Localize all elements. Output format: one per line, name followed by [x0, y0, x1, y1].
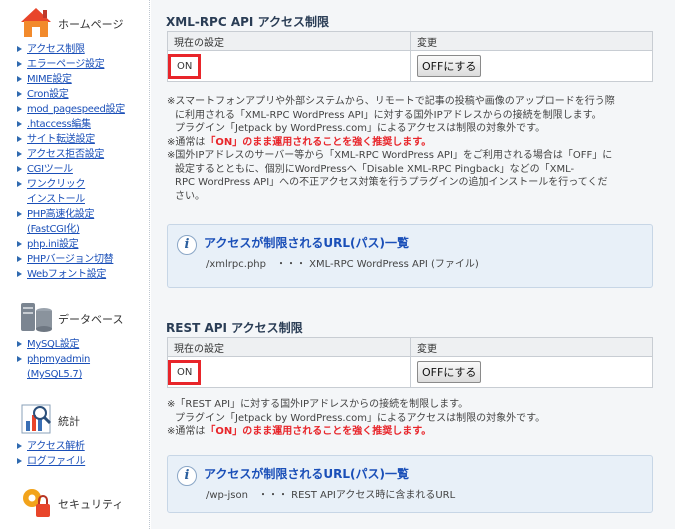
sidebar-link[interactable]: CGIツール — [27, 164, 73, 175]
note-line: プラグイン「Jetpack by WordPress.com」によるアクセスは制… — [175, 123, 546, 134]
sidebar-link[interactable]: .htaccess編集 — [27, 119, 91, 130]
sidebar-section-stats: 統計 アクセス解析 ログファイル — [14, 401, 148, 469]
current-setting-cell: ON — [167, 356, 411, 388]
note-prefix: ※通常は — [167, 426, 206, 437]
change-cell: OFFにする — [410, 50, 653, 82]
sidebar-link[interactable]: PHPバージョン切替 — [27, 254, 114, 265]
rest-restricted-urls-box: i アクセスが制限されるURL(パス)一覧 /wp-json ・・・ REST … — [167, 455, 653, 513]
rest-section-title: REST API アクセス制限 — [166, 321, 303, 335]
sidebar-link[interactable]: Cron設定 — [27, 89, 69, 100]
sidebar-item-access-analysis[interactable]: アクセス解析 — [14, 439, 148, 454]
sidebar-link[interactable]: ワンクリック — [27, 179, 86, 190]
sidebar-link[interactable]: アクセス拒否設定 — [27, 149, 104, 160]
sidebar-link[interactable]: Webフォント設定 — [27, 269, 106, 280]
sidebar-link[interactable]: phpmyadmin — [27, 354, 90, 365]
sidebar-section-title: 統計 — [58, 415, 80, 428]
note-line: プラグイン「Jetpack by WordPress.com」によるアクセスは制… — [175, 412, 546, 424]
turn-off-button[interactable]: OFFにする — [417, 361, 482, 383]
xmlrpc-section-title: XML-RPC API アクセス制限 — [166, 15, 329, 29]
current-setting-value: ON — [168, 359, 202, 385]
sidebar-item-php-fastcgi[interactable]: PHP高速化設定 (FastCGI化) — [14, 207, 148, 237]
sidebar-item-web-fonts[interactable]: Webフォント設定 — [14, 267, 148, 282]
sidebar-item-error-page[interactable]: エラーページ設定 — [14, 57, 148, 72]
note-line: に利用される「XML-RPC WordPress API」に対する国外IPアドレ… — [175, 109, 602, 121]
column-header-change: 変更 — [410, 337, 653, 357]
sidebar-link[interactable]: エラーページ設定 — [27, 59, 105, 70]
sidebar-section-homepage: ホームページ アクセス制限 エラーページ設定 MIME設定 Cron設定 mod… — [14, 4, 148, 282]
sidebar-item-access-restriction[interactable]: アクセス制限 — [14, 42, 148, 57]
sidebar-link[interactable]: mod_pagespeed設定 — [27, 104, 125, 115]
current-setting-value: ON — [168, 53, 202, 79]
main-content: XML-RPC API アクセス制限 現在の設定 変更 ON OFFにする ※ス… — [151, 0, 675, 529]
lock-key-icon — [23, 489, 50, 517]
info-icon: i — [177, 235, 197, 255]
xmlrpc-notes: ※スマートフォンアプリや外部システムから、リモートで記事の投稿や画像のアップロー… — [167, 95, 657, 203]
note-line: 設定するとともに、個別にWordPressへ「Disable XML-RPC P… — [175, 163, 575, 175]
sidebar-section-title: データベース — [58, 313, 124, 326]
sidebar-section-header: ホームページ — [14, 4, 148, 44]
note-line: ※国外IPアドレスのサーバー等から「XML-RPC WordPress API」… — [167, 150, 613, 161]
database-icon — [21, 303, 52, 332]
sidebar-link[interactable]: ログファイル — [27, 456, 86, 467]
info-box-title: アクセスが制限されるURL(パス)一覧 — [204, 236, 410, 250]
note-recommendation: ※通常は「ON」のまま運用されることを強く推奨します。 — [167, 136, 657, 150]
note-recommendation: ※通常は「ON」のまま運用されることを強く推奨します。 — [167, 425, 657, 439]
sidebar-item-one-click-install[interactable]: ワンクリック インストール — [14, 177, 148, 207]
sidebar-link-line2[interactable]: インストール — [27, 194, 85, 205]
sidebar-item-site-redirect[interactable]: サイト転送設定 — [14, 132, 148, 147]
info-box-text: /wp-json ・・・ REST APIアクセス時に含まれるURL — [206, 490, 456, 501]
column-header-current: 現在の設定 — [167, 31, 411, 51]
xmlrpc-settings-table: 現在の設定 変更 ON OFFにする — [167, 31, 653, 82]
info-box-text: /xmlrpc.php ・・・ XML-RPC WordPress API (フ… — [206, 259, 479, 270]
sidebar-link[interactable]: アクセス制限 — [27, 44, 85, 55]
sidebar-section-title: セキュリティ — [58, 498, 124, 511]
home-icon — [21, 8, 51, 37]
sidebar-item-mime[interactable]: MIME設定 — [14, 72, 148, 87]
sidebar-link[interactable]: サイト転送設定 — [27, 134, 95, 145]
sidebar-section-header: 統計 — [14, 401, 148, 441]
info-icon: i — [177, 466, 197, 486]
sidebar-item-mod-pagespeed[interactable]: mod_pagespeed設定 — [14, 102, 148, 117]
note-line: ※「REST API」に対する国外IPアドレスからの接続を制限します。 — [167, 399, 469, 410]
sidebar-item-htaccess[interactable]: .htaccess編集 — [14, 117, 148, 132]
sidebar-section-header: セキュリティ — [14, 484, 148, 524]
info-box-title: アクセスが制限されるURL(パス)一覧 — [204, 467, 410, 481]
sidebar-link[interactable]: PHP高速化設定 — [27, 209, 94, 220]
xmlrpc-restricted-urls-box: i アクセスが制限されるURL(パス)一覧 /xmlrpc.php ・・・ XM… — [167, 224, 653, 288]
turn-off-button[interactable]: OFFにする — [417, 55, 482, 77]
change-cell: OFFにする — [410, 356, 653, 388]
column-header-current: 現在の設定 — [167, 337, 411, 357]
sidebar-link-line2[interactable]: (FastCGI化) — [27, 224, 80, 235]
sidebar-section-database: データベース MySQL設定 phpmyadmin (MySQL5.7) — [14, 299, 148, 382]
sidebar-item-cron[interactable]: Cron設定 — [14, 87, 148, 102]
rest-notes: ※「REST API」に対する国外IPアドレスからの接続を制限します。 プラグイ… — [167, 398, 657, 439]
sidebar-item-php-version[interactable]: PHPバージョン切替 — [14, 252, 148, 267]
sidebar-section-title: ホームページ — [58, 18, 124, 31]
sidebar-item-access-deny[interactable]: アクセス拒否設定 — [14, 147, 148, 162]
sidebar-section-header: データベース — [14, 299, 148, 339]
note-emphasis: 「ON」のまま運用されることを強く推奨します。 — [205, 426, 432, 437]
sidebar-link[interactable]: php.ini設定 — [27, 239, 79, 250]
sidebar-link[interactable]: MySQL設定 — [27, 339, 80, 350]
sidebar-link[interactable]: MIME設定 — [27, 74, 72, 85]
sidebar-item-php-ini[interactable]: php.ini設定 — [14, 237, 148, 252]
note-line: RPC WordPress API」への不正アクセス対策を行うプラグインの追加イ… — [175, 177, 608, 188]
sidebar-link[interactable]: アクセス解析 — [27, 441, 85, 452]
chart-icon — [21, 404, 52, 434]
sidebar-item-log-files[interactable]: ログファイル — [14, 454, 148, 469]
rest-settings-table: 現在の設定 変更 ON OFFにする — [167, 337, 653, 388]
note-prefix: ※通常は — [167, 136, 206, 148]
note-line: さい。 — [175, 190, 205, 202]
sidebar-item-cgi-tools[interactable]: CGIツール — [14, 162, 148, 177]
sidebar-item-phpmyadmin[interactable]: phpmyadmin (MySQL5.7) — [14, 352, 148, 382]
sidebar: ホームページ アクセス制限 エラーページ設定 MIME設定 Cron設定 mod… — [0, 0, 150, 529]
current-setting-cell: ON — [167, 50, 411, 82]
sidebar-item-mysql[interactable]: MySQL設定 — [14, 337, 148, 352]
sidebar-link-line2[interactable]: (MySQL5.7) — [27, 369, 82, 380]
column-header-change: 変更 — [410, 31, 653, 51]
note-line: ※スマートフォンアプリや外部システムから、リモートで記事の投稿や画像のアップロー… — [167, 96, 615, 107]
sidebar-section-security: セキュリティ — [14, 484, 148, 524]
note-emphasis: 「ON」のまま運用されることを強く推奨します。 — [205, 136, 432, 148]
